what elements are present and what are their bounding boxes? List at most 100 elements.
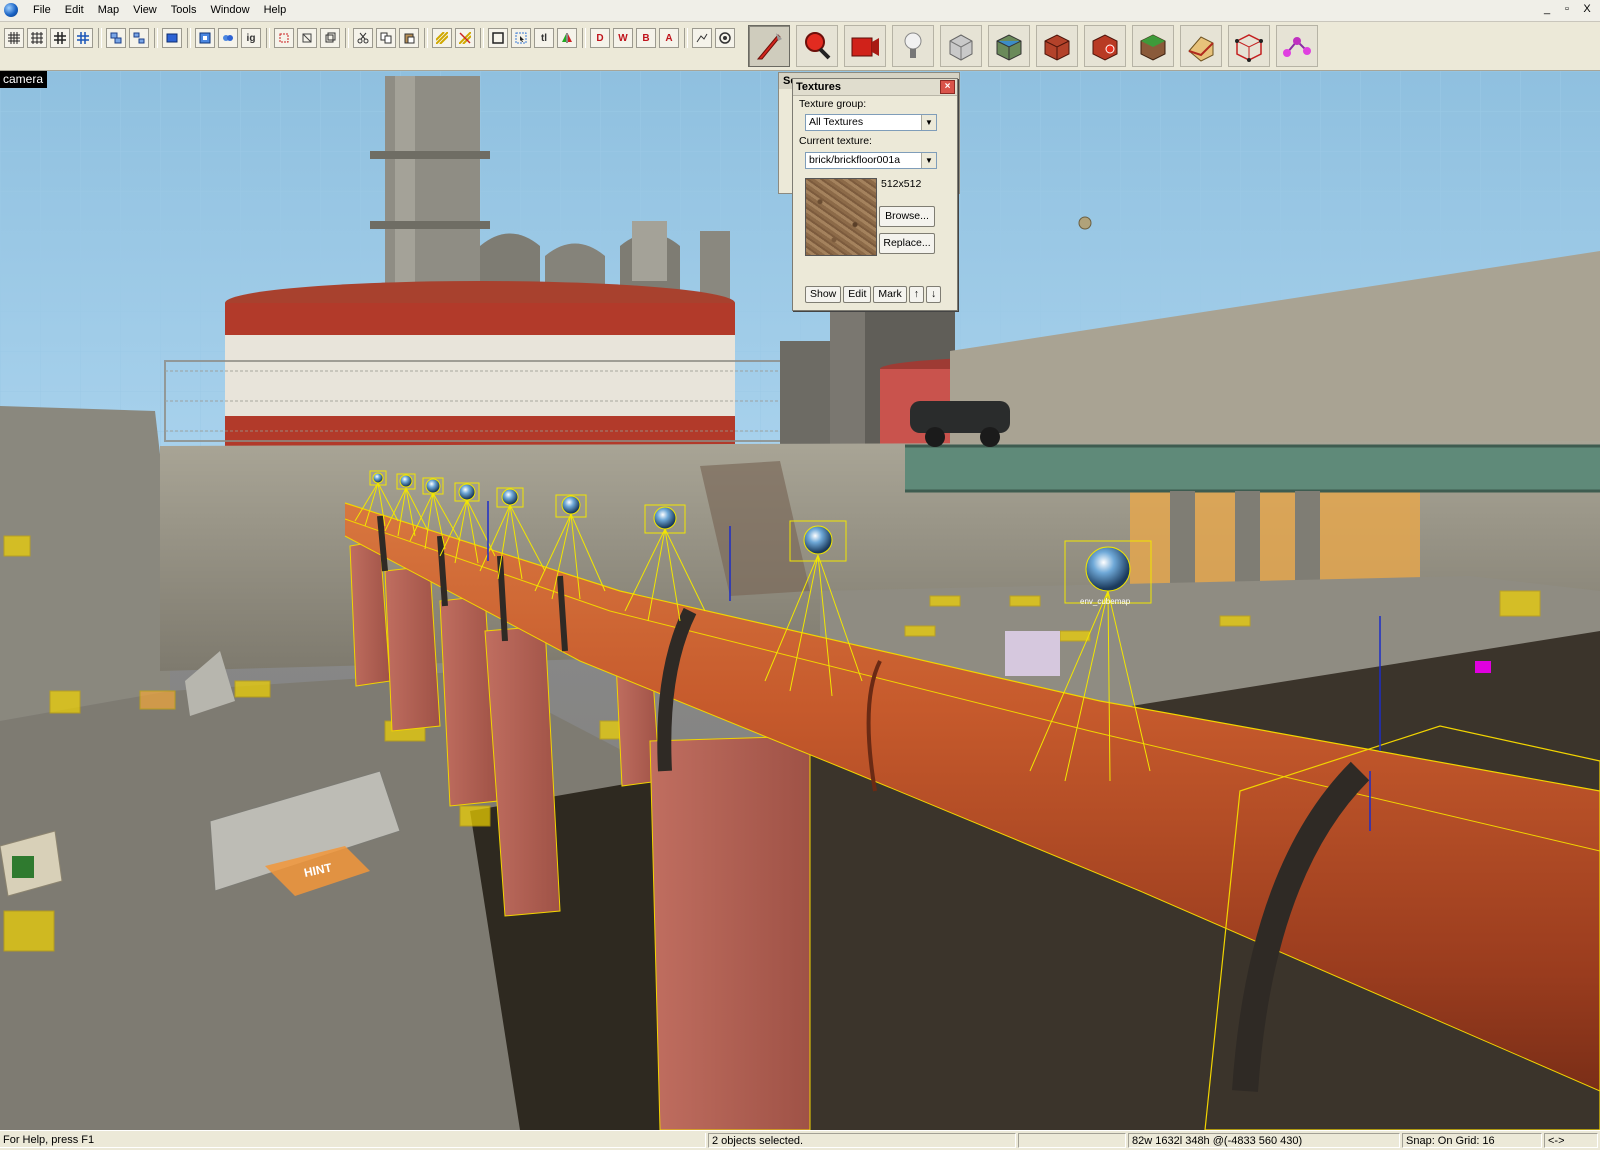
select-all-icon[interactable] bbox=[511, 28, 531, 48]
paste-icon[interactable] bbox=[399, 28, 419, 48]
texture-preview[interactable] bbox=[805, 178, 877, 256]
menu-help[interactable]: Help bbox=[257, 0, 294, 21]
copy-icon[interactable] bbox=[376, 28, 396, 48]
textures-close-button[interactable]: × bbox=[940, 80, 955, 94]
ungroup-icon[interactable] bbox=[129, 28, 149, 48]
textures-panel-title: Textures bbox=[796, 81, 842, 93]
toolbar-separator bbox=[187, 28, 191, 48]
select-group-icon[interactable] bbox=[195, 28, 215, 48]
app-globe-icon[interactable] bbox=[4, 3, 18, 17]
texture-group-select[interactable]: All Textures ▼ bbox=[805, 114, 937, 131]
compile-icon[interactable] bbox=[715, 28, 735, 48]
texture-lock-label-button[interactable]: tl bbox=[534, 28, 554, 48]
magnify-icon bbox=[805, 32, 831, 60]
toolbar-separator bbox=[424, 28, 428, 48]
status-snap: Snap: On Grid: 16 bbox=[1402, 1133, 1542, 1148]
cut-icon[interactable] bbox=[353, 28, 373, 48]
arrow-down-button[interactable]: ↓ bbox=[925, 286, 942, 303]
magnify-tool-button[interactable] bbox=[796, 25, 838, 67]
info-target-gear-icon bbox=[1078, 216, 1092, 230]
menu-window[interactable]: Window bbox=[203, 0, 256, 21]
current-texture-label: Current texture: bbox=[799, 135, 872, 147]
vertex-cube-icon bbox=[1235, 34, 1263, 62]
texture-scale-lock-icon[interactable] bbox=[455, 28, 475, 48]
selection-arrow-icon bbox=[756, 33, 782, 60]
menu-view[interactable]: View bbox=[126, 0, 164, 21]
texture-group-label: Texture group: bbox=[799, 98, 867, 110]
toolbar-separator bbox=[345, 28, 349, 48]
ignore-groups-button[interactable]: ig bbox=[241, 28, 261, 48]
selection-tool-button[interactable] bbox=[748, 25, 790, 67]
minimize-button[interactable]: _ bbox=[1538, 2, 1556, 18]
grid-dense-icon[interactable] bbox=[50, 28, 70, 48]
ignore-groups-label: ig bbox=[246, 32, 256, 44]
magenta-entity bbox=[1475, 661, 1491, 673]
menu-edit[interactable]: Edit bbox=[58, 0, 91, 21]
left-wall bbox=[0, 406, 170, 721]
menu-map[interactable]: Map bbox=[91, 0, 126, 21]
grid-add-icon[interactable] bbox=[73, 28, 93, 48]
show-all-icon[interactable] bbox=[320, 28, 340, 48]
texture-size: 512x512 bbox=[881, 178, 922, 190]
current-texture-select[interactable]: brick/brickfloor001a ▼ bbox=[805, 152, 937, 169]
texture-cube-icon bbox=[996, 34, 1022, 61]
toolbar-separator bbox=[684, 28, 688, 48]
vertex-tool-button[interactable] bbox=[1228, 25, 1270, 67]
clip-tool-button[interactable] bbox=[1180, 25, 1222, 67]
align-b-button[interactable]: B bbox=[636, 28, 656, 48]
show-button[interactable]: Show bbox=[805, 286, 842, 303]
apply-texture-button[interactable] bbox=[1036, 25, 1078, 67]
status-bar: For Help, press F1 2 objects selected. 8… bbox=[0, 1130, 1600, 1150]
overlay-tool-button[interactable] bbox=[1132, 25, 1174, 67]
chevron-down-icon: ▼ bbox=[921, 153, 936, 168]
align-w-label: W bbox=[618, 32, 628, 44]
align-b-label: B bbox=[642, 32, 650, 44]
decal-tool-button[interactable] bbox=[1084, 25, 1126, 67]
texture-application-button[interactable] bbox=[988, 25, 1030, 67]
align-a-button[interactable]: A bbox=[659, 28, 679, 48]
arrow-up-button[interactable]: ↑ bbox=[908, 286, 924, 303]
bounds-icon[interactable] bbox=[488, 28, 508, 48]
texture-lock-icon[interactable] bbox=[432, 28, 452, 48]
block-cube-icon bbox=[949, 34, 973, 61]
menu-bar: File Edit Map View Tools Window Help _ ▫… bbox=[0, 0, 1600, 22]
path-tool-button[interactable] bbox=[1276, 25, 1318, 67]
grid-toggle-icon[interactable] bbox=[4, 28, 24, 48]
entity-tool-button[interactable] bbox=[892, 25, 934, 67]
toolbar-separator bbox=[582, 28, 586, 48]
textures-panel-titlebar: Textures × bbox=[793, 79, 957, 96]
carve-icon[interactable] bbox=[162, 28, 182, 48]
group-icon[interactable] bbox=[106, 28, 126, 48]
menu-file[interactable]: File bbox=[26, 0, 58, 21]
chevron-down-icon: ▼ bbox=[921, 115, 936, 130]
cordon-icon[interactable] bbox=[692, 28, 712, 48]
restore-button[interactable]: ▫ bbox=[1558, 2, 1576, 18]
status-blank bbox=[1018, 1133, 1126, 1148]
align-a-label: A bbox=[665, 32, 673, 44]
browse-button[interactable]: Browse... bbox=[879, 206, 935, 227]
3d-grid-icon[interactable] bbox=[27, 28, 47, 48]
status-selection: 2 objects selected. bbox=[708, 1133, 1016, 1148]
flip-icon[interactable] bbox=[557, 28, 577, 48]
hide-unselected-icon[interactable] bbox=[297, 28, 317, 48]
toolbar-small-buttons: ig tl D W B A bbox=[4, 27, 738, 49]
texture-lock-label: tl bbox=[540, 32, 548, 44]
menu-tools[interactable]: Tools bbox=[164, 0, 204, 21]
edit-button[interactable]: Edit bbox=[843, 286, 872, 303]
block-tool-button[interactable] bbox=[940, 25, 982, 67]
camera-tool-button[interactable] bbox=[844, 25, 886, 67]
overlay-cube-icon bbox=[1140, 34, 1166, 61]
close-button[interactable]: X bbox=[1578, 2, 1596, 18]
replace-button[interactable]: Replace... bbox=[879, 233, 935, 254]
texture-actions: Show Edit Mark ↑ ↓ bbox=[805, 286, 942, 303]
toolbar-tools bbox=[748, 24, 1324, 68]
hide-selected-icon[interactable] bbox=[274, 28, 294, 48]
select-objects-icon[interactable] bbox=[218, 28, 238, 48]
mark-button[interactable]: Mark bbox=[873, 286, 907, 303]
viewport-label: camera bbox=[0, 71, 48, 88]
clip-wedge-icon bbox=[1188, 36, 1214, 62]
textures-panel: Textures × Texture group: All Textures ▼… bbox=[792, 78, 958, 311]
align-w-button[interactable]: W bbox=[613, 28, 633, 48]
align-d-button[interactable]: D bbox=[590, 28, 610, 48]
menu-items: File Edit Map View Tools Window Help bbox=[26, 0, 293, 21]
